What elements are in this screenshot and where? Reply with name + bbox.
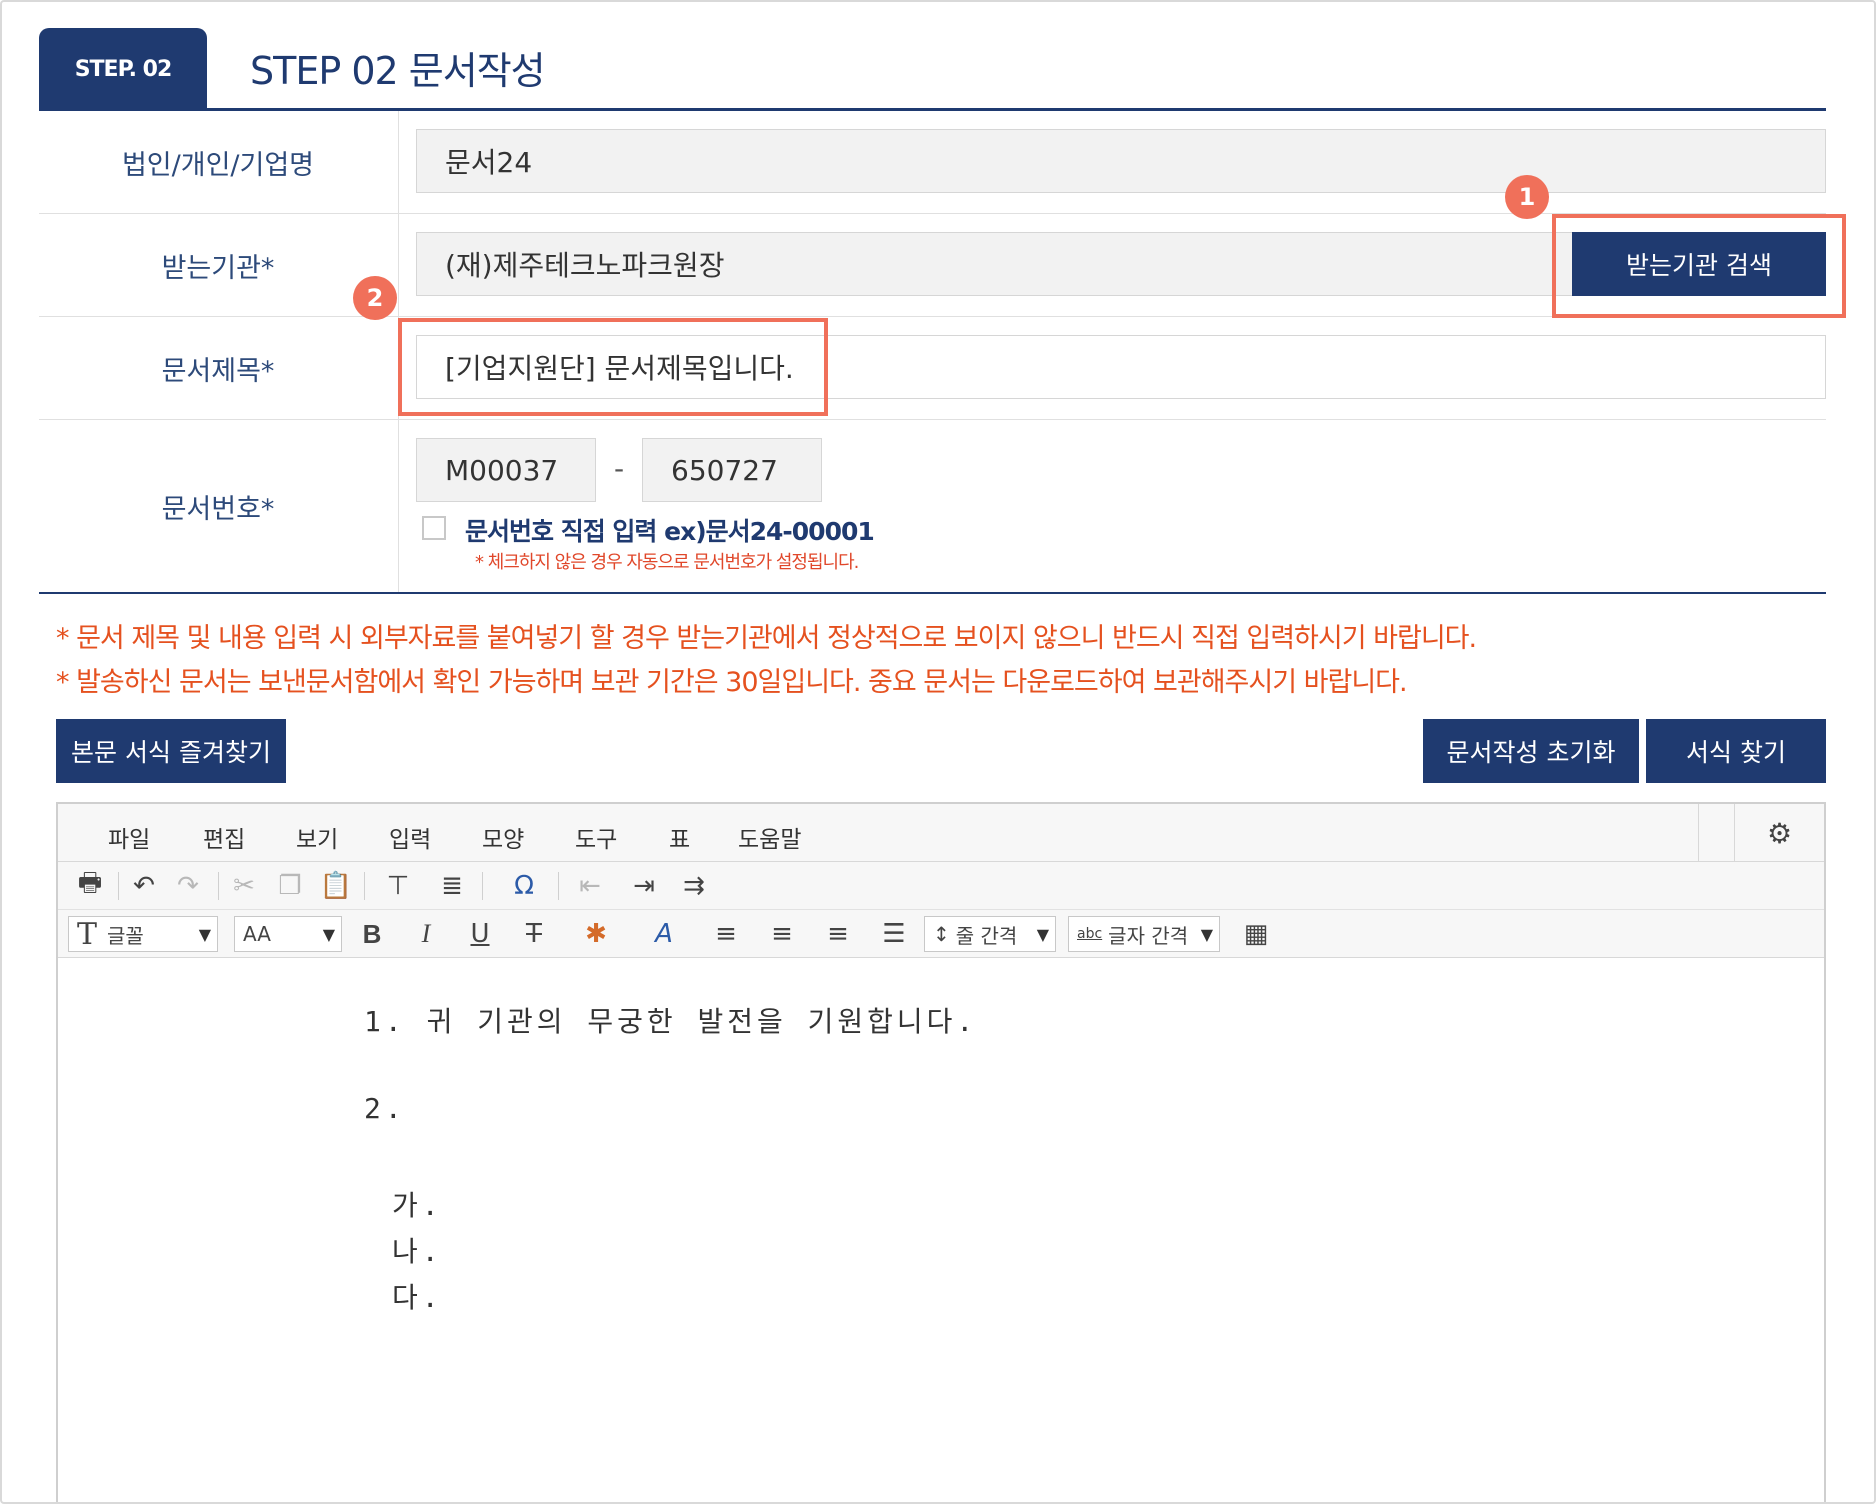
- editor-menu-bar: 파일 편집 보기 입력 모양 도구 표 도움말 ⚙: [58, 804, 1824, 862]
- align-left-icon[interactable]: ≡: [708, 918, 744, 950]
- indent-more-icon[interactable]: ⇉: [676, 870, 712, 902]
- block-quote-icon[interactable]: ⊤: [380, 870, 416, 902]
- company-field: 문서24: [416, 129, 1826, 193]
- reset-button[interactable]: 문서작성 초기화: [1423, 719, 1639, 783]
- doc-number-row: 문서번호* M00037 - 650727 문서번호 직접 입력 ex)문서24…: [39, 420, 1826, 592]
- menu-file[interactable]: 파일: [108, 820, 150, 854]
- menu-insert[interactable]: 입력: [389, 820, 431, 854]
- chevron-down-icon: ▼: [1036, 925, 1049, 944]
- menu-view[interactable]: 보기: [296, 820, 338, 854]
- italic-icon[interactable]: I: [408, 918, 444, 950]
- menu-tools[interactable]: 도구: [575, 820, 617, 854]
- outdent-icon[interactable]: ⇤: [572, 870, 608, 902]
- recipient-label: 받는기관*: [161, 252, 275, 284]
- doc-title-label: 문서제목*: [161, 355, 275, 387]
- manual-number-checkbox[interactable]: [422, 516, 446, 540]
- font-select[interactable]: T 글꼴 ▼: [68, 916, 218, 952]
- doc-number-suffix: 650727: [642, 438, 822, 502]
- document-editor: 파일 편집 보기 입력 모양 도구 표 도움말 ⚙ 🖶 ↶ ↷ ✂ ❐ 📋 ⊤ …: [56, 802, 1826, 1502]
- undo-icon[interactable]: ↶: [126, 870, 162, 902]
- font-icon: T: [77, 916, 98, 952]
- content-line-1[interactable]: 1. 귀 기관의 무궁한 발전을 기원합니다.: [364, 1000, 977, 1040]
- manual-number-label[interactable]: 문서번호 직접 입력 ex)문서24-00001: [465, 512, 875, 548]
- doc-title-row: 문서제목* [기업지원단] 문서제목입니다.: [39, 317, 1826, 420]
- favorites-button[interactable]: 본문 서식 즐겨찾기: [56, 719, 286, 783]
- company-row: 법인/개인/기업명 문서24: [39, 111, 1826, 214]
- find-form-button[interactable]: 서식 찾기: [1646, 719, 1826, 783]
- cut-icon[interactable]: ✂: [226, 870, 262, 902]
- paste-icon[interactable]: 📋: [318, 870, 354, 902]
- content-item-a[interactable]: 가.: [392, 1184, 443, 1224]
- company-label: 법인/개인/기업명: [121, 149, 315, 181]
- indent-icon[interactable]: ⇥: [626, 870, 662, 902]
- content-line-2[interactable]: 2.: [364, 1092, 406, 1125]
- chevron-down-icon: ▼: [1200, 925, 1213, 944]
- underline-icon[interactable]: U: [462, 918, 498, 950]
- form-bottom-divider: [39, 592, 1826, 594]
- page-title: STEP 02 문서작성: [250, 49, 546, 93]
- doc-number-prefix: M00037: [416, 438, 596, 502]
- font-size-select[interactable]: AA ▼: [234, 916, 342, 952]
- redo-icon[interactable]: ↷: [170, 870, 206, 902]
- chevron-down-icon: ▼: [322, 925, 335, 944]
- chevron-down-icon: ▼: [198, 925, 211, 944]
- manual-number-note: * 체크하지 않은 경우 자동으로 문서번호가 설정됩니다.: [475, 552, 859, 573]
- badge-1: 1: [1505, 175, 1549, 219]
- align-right-icon[interactable]: ≡: [820, 918, 856, 950]
- table-icon[interactable]: ▦: [1238, 918, 1274, 950]
- letter-spacing-icon: abc: [1077, 926, 1103, 942]
- editor-toolbar-1: 🖶 ↶ ↷ ✂ ❐ 📋 ⊤ ≣ Ω ⇤ ⇥ ⇉: [58, 862, 1824, 910]
- line-spacing-select[interactable]: ↕ 줄 간격 ▼: [924, 916, 1056, 952]
- strikethrough-icon[interactable]: T: [516, 918, 552, 950]
- print-icon[interactable]: 🖶: [72, 868, 108, 902]
- align-center-icon[interactable]: ≡: [764, 918, 800, 950]
- letter-spacing-select[interactable]: abc 글자 간격 ▼: [1068, 916, 1220, 952]
- content-item-b[interactable]: 나.: [392, 1230, 443, 1270]
- copy-icon[interactable]: ❐: [272, 870, 308, 902]
- content-item-c[interactable]: 다.: [392, 1276, 443, 1316]
- notice-paste: * 문서 제목 및 내용 입력 시 외부자료를 붙여넣기 할 경우 받는기관에서…: [56, 623, 1477, 654]
- highlight-color-icon[interactable]: A: [646, 918, 682, 950]
- page-frame: STEP. 02 STEP 02 문서작성 법인/개인/기업명 문서24 받는기…: [0, 0, 1876, 1504]
- menu-table[interactable]: 표: [669, 820, 690, 854]
- align-justify-icon[interactable]: ☰: [876, 918, 912, 950]
- highlight-doc-title: [398, 318, 828, 416]
- menu-format[interactable]: 모양: [482, 820, 524, 854]
- line-spacing-icon: ↕: [933, 922, 950, 946]
- menu-help[interactable]: 도움말: [738, 820, 801, 854]
- badge-2: 2: [353, 276, 397, 320]
- special-char-icon[interactable]: Ω: [506, 870, 542, 902]
- step-tab: STEP. 02: [39, 28, 207, 110]
- editor-toolbar-2: T 글꼴 ▼ AA ▼ B I U T ✱ A ≡ ≡ ≡ ☰ ↕ 줄 간격 ▼: [58, 910, 1824, 958]
- doc-number-dash: -: [614, 452, 625, 485]
- text-color-icon[interactable]: ✱: [578, 918, 614, 950]
- bold-icon[interactable]: B: [354, 918, 390, 950]
- notice-retention: * 발송하신 문서는 보낸문서함에서 확인 가능하며 보관 기간은 30일입니다…: [56, 667, 1408, 698]
- highlight-search-button: [1552, 214, 1846, 318]
- horizontal-rule-icon[interactable]: ≣: [434, 870, 470, 902]
- menu-edit[interactable]: 편집: [203, 820, 245, 854]
- doc-number-label: 문서번호*: [161, 493, 275, 525]
- gear-icon[interactable]: ⚙: [1734, 804, 1824, 862]
